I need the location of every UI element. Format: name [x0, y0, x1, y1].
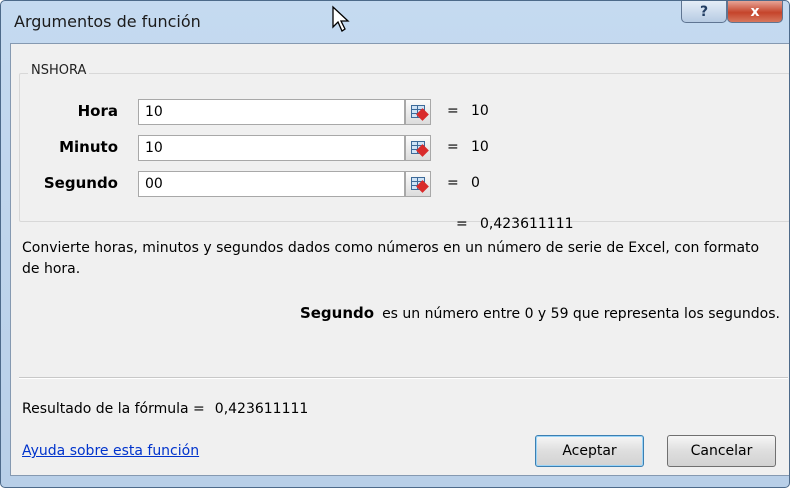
argument-label-segundo: Segundo: [43, 174, 118, 192]
close-glyph: x: [750, 3, 760, 20]
hora-range-selector-button[interactable]: [405, 99, 431, 125]
function-description: Convierte horas, minutos y segundos dado…: [22, 240, 760, 277]
close-icon[interactable]: x: [727, 1, 783, 23]
result-equals-sign: =: [456, 216, 468, 232]
divider: [19, 377, 788, 379]
hora-value: 10: [471, 103, 489, 119]
formula-result-value: 0,423611111: [214, 401, 309, 417]
accept-button[interactable]: Aceptar: [535, 435, 644, 467]
function-name-label: NSHORA: [28, 63, 90, 78]
title-bar[interactable]: Argumentos de función ? x: [1, 1, 789, 41]
cancel-button[interactable]: Cancelar: [667, 435, 776, 467]
mouse-pointer-icon: [332, 5, 350, 32]
segundo-value: 0: [471, 175, 480, 191]
argument-label-hora: Hora: [77, 102, 118, 120]
function-arguments-dialog: Argumentos de función ? x NSHORA Hora = …: [0, 0, 790, 488]
parameter-help-text: es un número entre 0 y 59 que representa…: [382, 306, 780, 322]
segundo-range-selector-button[interactable]: [405, 171, 431, 197]
equals-sign: =: [447, 175, 459, 191]
help-icon[interactable]: ?: [681, 1, 727, 23]
window-title: Argumentos de función: [14, 12, 201, 31]
formula-result-label: Resultado de la fórmula =: [22, 401, 205, 417]
parameter-help: Segundo es un número entre 0 y 59 que rep…: [300, 304, 780, 322]
equals-sign: =: [447, 103, 459, 119]
dialog-body: NSHORA Hora = 10 Minuto = 10 Segundo = 0…: [10, 43, 789, 476]
equals-sign: =: [447, 139, 459, 155]
minuto-value: 10: [471, 139, 489, 155]
help-glyph: ?: [699, 3, 709, 20]
segundo-input[interactable]: [138, 171, 405, 197]
minuto-range-selector-button[interactable]: [405, 135, 431, 161]
minuto-input[interactable]: [138, 135, 405, 161]
function-result-value: 0,423611111: [480, 216, 574, 232]
parameter-name: Segundo: [299, 304, 375, 322]
function-help-link[interactable]: Ayuda sobre esta función: [22, 443, 199, 459]
argument-label-minuto: Minuto: [59, 138, 118, 156]
formula-result-row: Resultado de la fórmula = 0,423611111: [22, 401, 308, 417]
hora-input[interactable]: [138, 99, 405, 125]
